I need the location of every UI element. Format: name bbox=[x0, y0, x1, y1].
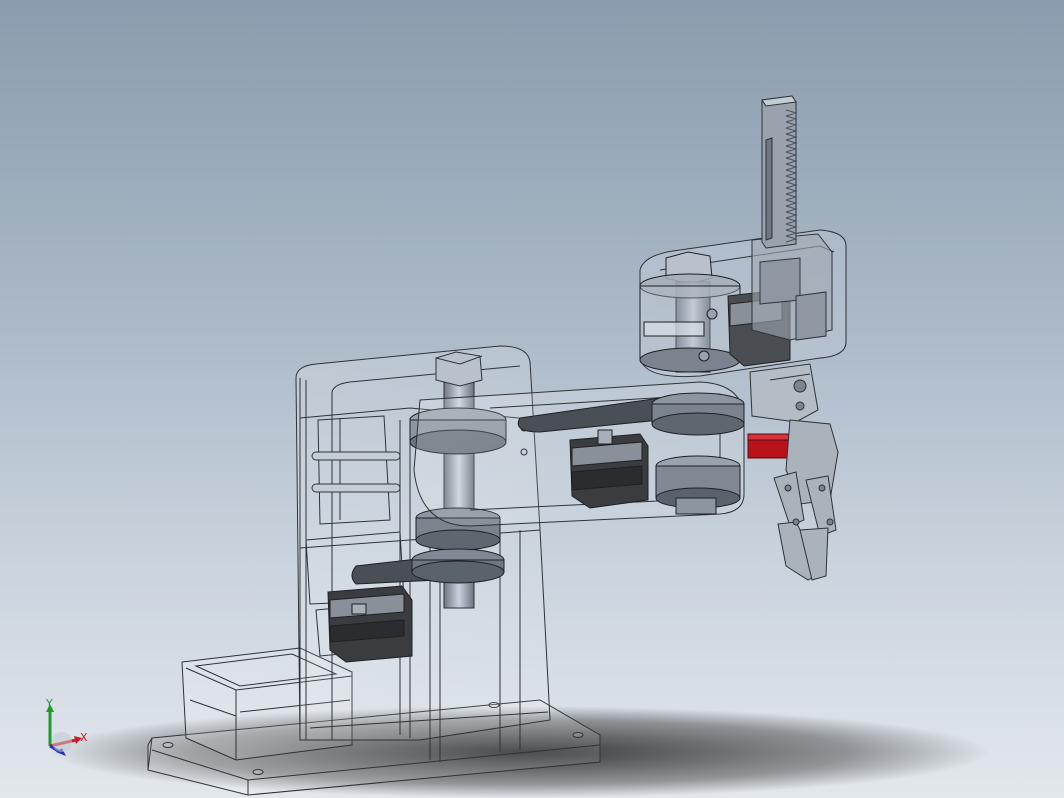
triad-origin bbox=[52, 732, 72, 752]
base-stepper-motor bbox=[327, 585, 413, 663]
scara-robot-model[interactable] bbox=[0, 0, 1064, 798]
view-orientation-triad[interactable]: Y X bbox=[36, 698, 96, 762]
triad-x-label: X bbox=[80, 731, 88, 744]
graphics-viewport[interactable]: Y X bbox=[0, 0, 1064, 798]
triad-axes bbox=[46, 704, 82, 756]
triad-y-label: Y bbox=[46, 697, 53, 710]
gripper-servo bbox=[747, 433, 791, 459]
rack-gearbox bbox=[751, 233, 833, 341]
z-axis-rack bbox=[761, 95, 798, 249]
gripper-mount bbox=[749, 363, 819, 423]
arm-stepper-motor bbox=[569, 429, 649, 509]
